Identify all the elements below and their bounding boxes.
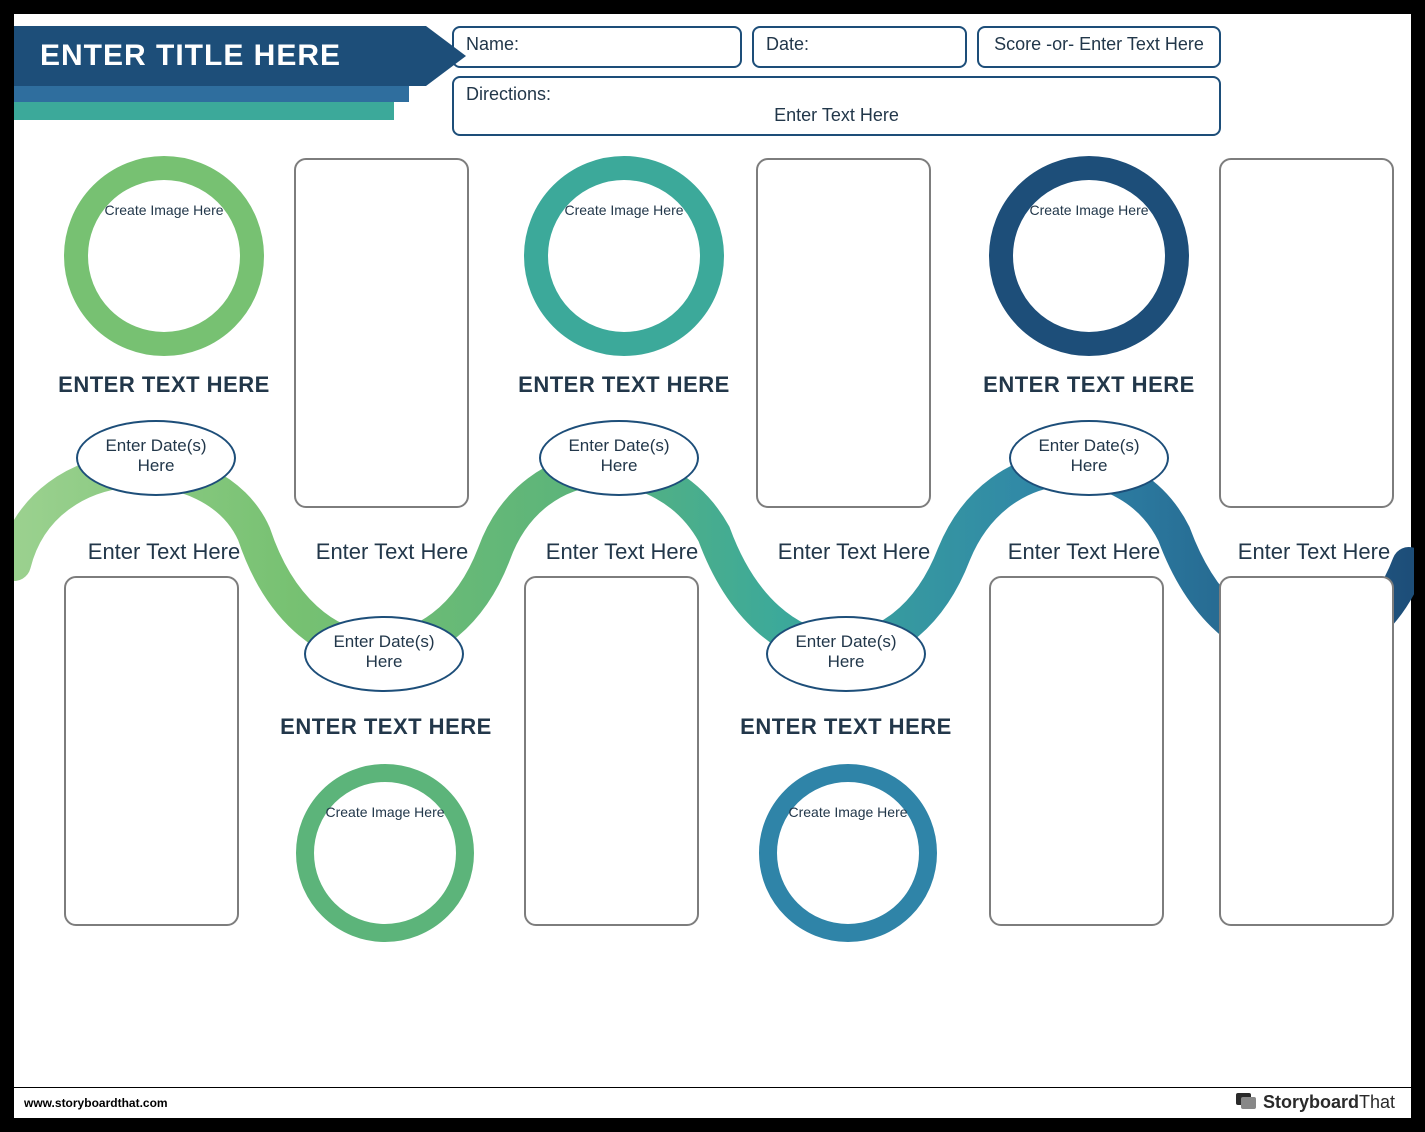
date-ellipse-4[interactable]: Enter Date(s)Here [304,616,464,692]
directions-label: Directions: [466,84,1207,105]
date-label: Date: [766,34,809,54]
heading-3[interactable]: ENTER TEXT HERE [979,372,1199,398]
date-ellipse-3[interactable]: Enter Date(s)Here [1009,420,1169,496]
footer-url[interactable]: www.storyboardthat.com [24,1096,168,1110]
image-circle-1[interactable]: Create Image Here [64,156,264,356]
heading-1[interactable]: ENTER TEXT HERE [54,372,274,398]
text-box-top-2[interactable] [756,158,931,508]
section-label-5[interactable]: Enter Text Here [984,539,1184,565]
section-label-4[interactable]: Enter Text Here [754,539,954,565]
circle-text: Create Image Here [104,202,223,218]
name-field[interactable]: Name: [452,26,742,68]
title-banner[interactable]: ENTER TITLE HERE [14,26,426,86]
circle-text: Create Image Here [564,202,683,218]
date-ellipse-5[interactable]: Enter Date(s)Here [766,616,926,692]
heading-5[interactable]: ENTER TEXT HERE [736,714,956,740]
heading-4[interactable]: ENTER TEXT HERE [276,714,496,740]
text-box-bottom-1[interactable] [64,576,239,926]
score-text: Score -or- Enter Text Here [994,34,1204,54]
speech-bubble-icon [1235,1092,1257,1112]
date-ellipse-1[interactable]: Enter Date(s)Here [76,420,236,496]
brand-logo[interactable]: StoryboardThat [1235,1092,1395,1113]
date-ellipse-2[interactable]: Enter Date(s)Here [539,420,699,496]
circle-text: Create Image Here [1029,202,1148,218]
section-label-2[interactable]: Enter Text Here [292,539,492,565]
image-circle-2[interactable]: Create Image Here [524,156,724,356]
text-box-top-3[interactable] [1219,158,1394,508]
circle-text: Create Image Here [788,804,907,820]
circle-text: Create Image Here [325,804,444,820]
page-title: ENTER TITLE HERE [40,39,341,72]
section-label-6[interactable]: Enter Text Here [1214,539,1414,565]
score-field[interactable]: Score -or- Enter Text Here [977,26,1221,68]
directions-text: Enter Text Here [466,105,1207,126]
text-box-bottom-4[interactable] [1219,576,1394,926]
text-box-top-1[interactable] [294,158,469,508]
image-circle-3[interactable]: Create Image Here [989,156,1189,356]
text-box-bottom-2[interactable] [524,576,699,926]
date-field[interactable]: Date: [752,26,967,68]
heading-2[interactable]: ENTER TEXT HERE [514,372,734,398]
section-label-3[interactable]: Enter Text Here [522,539,722,565]
directions-field[interactable]: Directions: Enter Text Here [452,76,1221,136]
section-label-1[interactable]: Enter Text Here [64,539,264,565]
text-box-bottom-3[interactable] [989,576,1164,926]
name-label: Name: [466,34,519,54]
footer-divider [14,1087,1411,1088]
image-circle-5[interactable]: Create Image Here [759,764,937,942]
image-circle-4[interactable]: Create Image Here [296,764,474,942]
